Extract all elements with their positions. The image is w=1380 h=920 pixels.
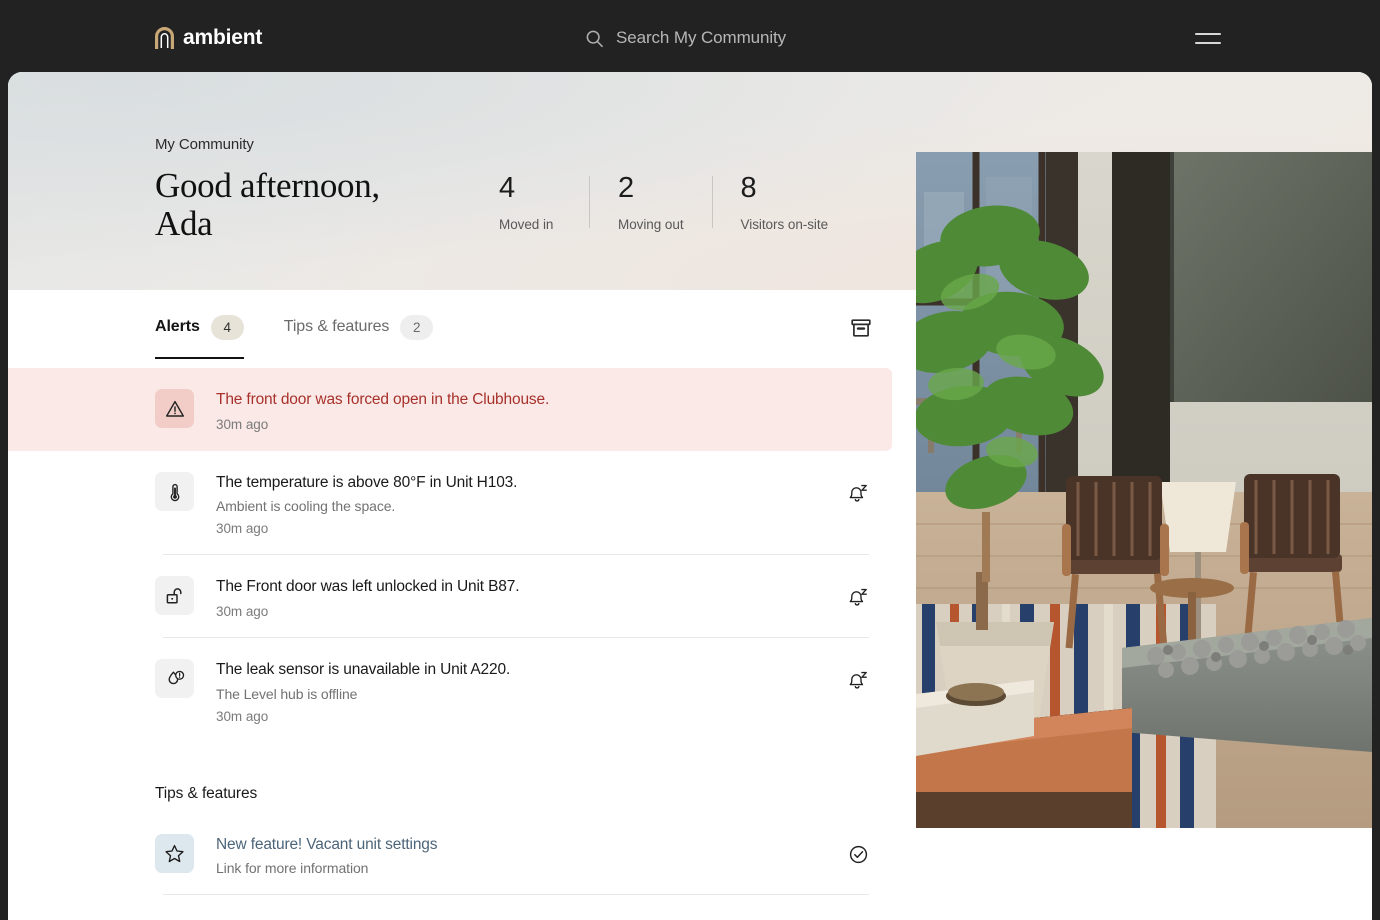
list-item-tip[interactable]: New feature! Vacant unit settings Link f… <box>155 813 869 895</box>
community-label: My Community <box>155 136 254 153</box>
top-bar: ambient Search My Community <box>0 0 1380 76</box>
stat-value: 4 <box>499 172 515 204</box>
stat-moved-in: 4 Moved in <box>499 172 589 233</box>
main-card: My Community Good afternoon, Ada 4 Moved… <box>8 72 1372 920</box>
tab-bar: Alerts 4 Tips & features 2 <box>155 290 871 368</box>
page-title: Good afternoon, Ada <box>155 166 380 244</box>
search-placeholder-text: Search My Community <box>616 28 787 47</box>
hamburger-menu-icon[interactable] <box>1195 23 1225 53</box>
alert-row-door-unlocked[interactable]: The Front door was left unlocked in Unit… <box>155 555 869 639</box>
alert-row-critical[interactable]: The front door was forced open in the Cl… <box>8 368 892 452</box>
tab-label: Alerts <box>155 318 200 335</box>
stat-label: Moving out <box>618 217 684 232</box>
tab-label: Tips & features <box>283 318 390 335</box>
tab-alerts[interactable]: Alerts 4 <box>155 305 244 359</box>
stat-moving-out: 2 Moving out <box>589 174 712 232</box>
stat-label: Moved in <box>499 217 554 232</box>
alert-list: The front door was forced open in the Cl… <box>8 368 916 743</box>
tip-subtitle: Link for more information <box>216 859 369 876</box>
bell-snooze-icon[interactable] <box>841 580 875 614</box>
alert-row-leak-sensor[interactable]: The leak sensor is unavailable in Unit A… <box>155 638 869 742</box>
alert-title: The front door was forced open in the Cl… <box>216 391 550 408</box>
brand-logo[interactable]: ambient <box>155 26 262 50</box>
alert-title: The leak sensor is unavailable in Unit A… <box>216 661 511 679</box>
tab-tips-and-features[interactable]: Tips & features 2 <box>284 305 434 353</box>
water-drop-alert-icon <box>155 659 194 699</box>
app-window: ambient Search My Community My Community… <box>0 0 1380 920</box>
alert-timestamp: 30m ago <box>216 708 269 724</box>
content-column: Alerts 4 Tips & features 2 The front doo… <box>8 290 916 895</box>
alert-timestamp: 30m ago <box>216 604 269 620</box>
search-input[interactable]: Search My Community <box>585 28 786 48</box>
community-lounge-photo <box>916 152 1372 828</box>
archive-box-icon[interactable] <box>841 308 881 348</box>
stat-value: 8 <box>740 172 757 204</box>
check-circle-icon[interactable] <box>841 838 875 872</box>
tab-badge: 4 <box>210 314 244 340</box>
tip-title: New feature! Vacant unit settings <box>216 835 438 853</box>
alert-timestamp: 30m ago <box>216 521 269 537</box>
tab-badge: 2 <box>400 314 434 340</box>
tips-section-heading: Tips & features <box>155 784 258 802</box>
alert-timestamp: 30m ago <box>216 417 269 433</box>
arch-logo-icon <box>155 27 174 49</box>
alert-title: The Front door was left unlocked in Unit… <box>216 578 520 596</box>
stats-group: 4 Moved in 2 Moving out 8 Visitors on-si… <box>499 172 856 233</box>
alert-row-temperature[interactable]: The temperature is above 80°F in Unit H1… <box>155 451 869 556</box>
search-icon <box>585 29 604 48</box>
stat-visitors-on-site: 8 Visitors on-site <box>711 172 856 232</box>
thermometer-icon <box>155 472 194 512</box>
alert-subtitle: Ambient is cooling the space. <box>216 498 396 515</box>
unlocked-padlock-icon <box>155 576 194 616</box>
brand-name: ambient <box>183 26 263 49</box>
star-icon <box>155 833 194 873</box>
tips-list: New feature! Vacant unit settings Link f… <box>8 813 916 895</box>
stat-value: 2 <box>618 172 634 204</box>
warning-triangle-icon <box>155 389 194 428</box>
bell-snooze-icon[interactable] <box>841 476 875 510</box>
stat-label: Visitors on-site <box>740 217 829 232</box>
bell-snooze-icon[interactable] <box>841 663 875 697</box>
alert-subtitle: The Level hub is offline <box>216 685 358 702</box>
alert-title: The temperature is above 80°F in Unit H1… <box>216 474 518 492</box>
